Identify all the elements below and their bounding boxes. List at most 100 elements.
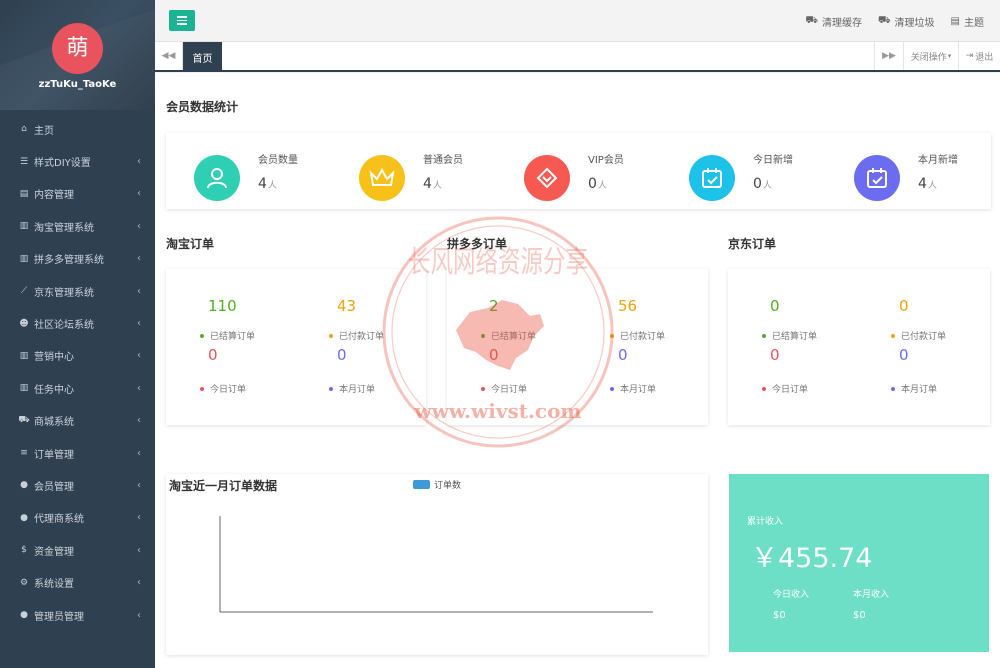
sidebar-item-label: 会员管理 [34,481,74,493]
sidebar-item-label: 系统设置 [34,579,74,591]
home-icon: ⌂ [21,124,27,135]
status-dot [891,333,895,338]
month-count: 0 [899,346,909,364]
bar-chart-icon: ▥ [19,383,29,394]
member-stat-number: 4 [258,176,267,192]
sidebar-item[interactable]: ☻ 社区论坛系统 ‹ [0,307,155,339]
sidebar-item[interactable]: ▥ 淘宝管理系统 ‹ [0,210,155,242]
settled-count: 2 [489,297,499,315]
list-icon: ≡ [20,448,28,459]
tab-scroll-left-button[interactable]: ◀◀ [155,42,183,70]
today-count: 0 [770,346,780,364]
month-label: 本月订单 [610,382,656,395]
member-stat-value: 0人 [588,176,607,192]
logout-label: 退出 [975,52,994,63]
member-stat-unit: 人 [597,181,607,191]
sidebar-item[interactable]: ▥ 拼多多管理系统 ‹ [0,243,155,275]
chevron-left-icon: ‹ [137,544,141,556]
sidebar-nav: ⌂ 主页 ☰ 样式DIY设置 ‹ ▤ 内容管理 ‹ ▥ 淘宝管理系统 ‹ ▥ 拼多多管理系统 ‹ ⟋ 京东管理… [0,113,155,631]
sidebar-item-label: 管理员管理 [34,611,84,623]
order-card: 2 56 已结算订单 已付款订单 0 0 今日订单 本月订单 [447,269,708,425]
member-stat-value: 4人 [258,176,277,192]
calendar-check-icon [854,155,900,201]
settled-count: 110 [208,297,237,315]
settled-label-text: 已结算订单 [491,332,537,342]
gear-icon: ⚙ [19,577,29,588]
logout-button[interactable]: ⇥ 退出 [958,42,1000,70]
clear-cache-button[interactable]: ⛟ 清理缓存 [805,14,862,29]
paid-label-text: 已付款订单 [339,332,385,342]
logout-icon: ⇥ [965,51,974,61]
user-icon: ● [20,480,28,491]
member-stat-number: 4 [918,176,927,192]
today-label: 今日订单 [481,382,527,395]
today-count: 0 [208,346,218,364]
status-dot [610,333,614,338]
chevron-left-icon: ‹ [137,188,141,200]
sidebar-item[interactable]: ⚙ 系统设置 ‹ [0,566,155,598]
sidebar: 萌 zzTuKu_TaoKe ⌂ 主页 ☰ 样式DIY设置 ‹ ▤ 内容管理 ‹ ▥ 淘宝管理系统… [0,0,155,668]
member-stat-label: 普通会员 [423,155,463,166]
month-income-label: 本月收入 [853,590,890,600]
close-operations-dropdown[interactable]: 关闭操作 ▾ [903,42,958,70]
sidebar-item[interactable]: ☰ 样式DIY设置 ‹ [0,145,155,177]
status-dot [329,386,333,391]
member-stat-number: 0 [588,176,597,192]
paid-label: 已付款订单 [610,329,665,342]
username[interactable]: zzTuKu_TaoKe [0,79,155,90]
settled-label: 已结算订单 [200,329,255,342]
clear-trash-button[interactable]: ⛟ 清理垃圾 [878,14,935,29]
theme-button[interactable]: ▤ 主题 [951,14,984,29]
chevron-left-icon: ‹ [137,318,141,330]
sidebar-item[interactable]: ⛟ 商城系统 ‹ [0,405,155,437]
sidebar-item[interactable]: ● 会员管理 ‹ [0,469,155,501]
order-chart [219,516,653,613]
calendar-check-icon [689,155,735,201]
theme-icon: ▤ [950,16,960,27]
sidebar-item[interactable]: ▤ 内容管理 ‹ [0,178,155,210]
sidebar-item-label: 订单管理 [34,449,74,461]
tab-home[interactable]: 首页 [183,42,222,72]
income-card: 累计收入 ￥455.74 今日收入 本月收入 $0 $0 [729,474,989,652]
member-stat: VIP会员 0人 [508,147,668,201]
settled-label: 已结算订单 [481,329,536,342]
member-stat-number: 4 [423,176,432,192]
double-right-icon: ▶▶ [882,51,896,61]
sidebar-item[interactable]: ● 管理员管理 ‹ [0,599,155,631]
order-card: 110 43 已结算订单 已付款订单 0 0 今日订单 本月订单 [166,269,426,425]
sidebar-item[interactable]: ≡ 订单管理 ‹ [0,437,155,469]
caret-down-icon: ▾ [947,52,952,60]
pdd-orders-title: 拼多多订单 [447,237,508,251]
chevron-left-icon: ‹ [137,577,141,589]
cart-icon: ⛟ [877,15,891,26]
double-left-icon: ◀◀ [161,51,176,61]
tabs-bar: ◀◀ 首页 ▶▶ 关闭操作 ▾ ⇥ 退出 [155,42,1000,72]
paid-count: 56 [618,297,638,315]
status-dot [481,333,485,338]
total-income-label: 累计收入 [747,517,784,527]
avatar[interactable]: 萌 [52,23,103,74]
sidebar-item-label: 样式DIY设置 [34,158,91,170]
sidebar-item[interactable]: ▥ 任务中心 ‹ [0,372,155,404]
sidebar-item[interactable]: ⌂ 主页 [0,113,155,145]
sidebar-item[interactable]: ▥ 营销中心 ‹ [0,340,155,372]
member-stat-unit: 人 [432,181,442,191]
sidebar-item-label: 内容管理 [34,190,74,202]
sidebar-item[interactable]: ⟋ 京东管理系统 ‹ [0,275,155,307]
member-stat-value: 4人 [423,176,442,192]
status-dot [762,333,766,338]
member-stat-label: VIP会员 [588,155,624,166]
sidebar-item[interactable]: $ 资金管理 ‹ [0,534,155,566]
paid-label-text: 已付款订单 [901,332,947,342]
settled-count: 0 [770,297,780,315]
chevron-left-icon: ‹ [137,415,141,427]
taobao-month-chart-card: 淘宝近一月订单数据 订单数 [166,474,708,655]
diamond-icon [524,155,570,201]
order-card: 0 0 已结算订单 已付款订单 0 0 今日订单 本月订单 [728,269,990,425]
chevron-left-icon: ‹ [137,350,141,362]
member-stat-label: 今日新增 [753,155,793,166]
menu-toggle-button[interactable] [169,10,195,31]
tab-scroll-right-button[interactable]: ▶▶ [874,42,903,70]
sidebar-item[interactable]: ● 代理商系统 ‹ [0,502,155,534]
member-stat-unit: 人 [267,181,277,191]
